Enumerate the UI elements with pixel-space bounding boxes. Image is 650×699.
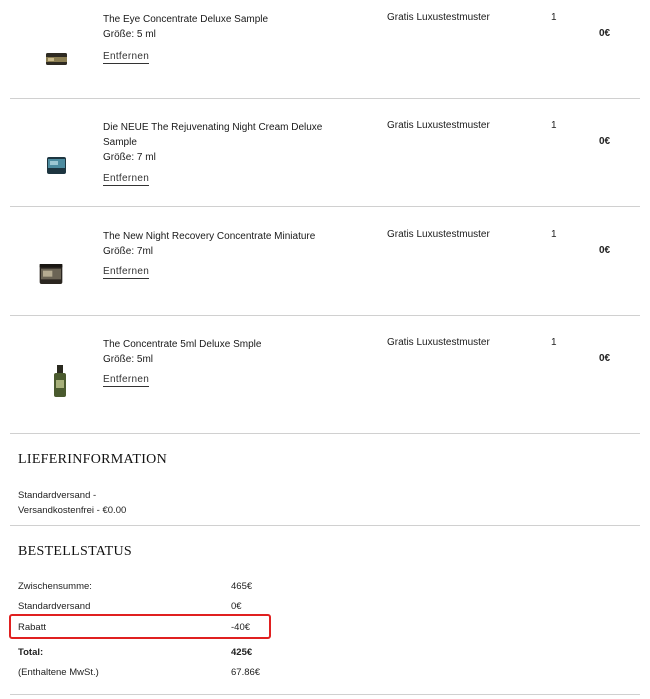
divider (10, 433, 640, 434)
item-price: 0€ (599, 245, 611, 256)
product-name: The New Night Recovery Concentrate Minia… (103, 231, 316, 242)
product-size: Größe: 5ml (103, 354, 154, 365)
shipping-label: Standardversand (18, 601, 91, 612)
divider (10, 525, 640, 526)
product-image (46, 53, 67, 65)
shipping-cost: Versandkostenfrei - €0.00 (18, 505, 127, 516)
vat-value: 67.86€ (231, 667, 261, 678)
divider (10, 315, 640, 316)
discount-label: Rabatt (18, 622, 46, 633)
item-quantity: 1 (551, 337, 557, 348)
item-type: Gratis Luxustestmuster (387, 337, 490, 348)
item-quantity: 1 (551, 12, 557, 23)
divider (10, 206, 640, 207)
product-name: The Eye Concentrate Deluxe Sample (103, 14, 269, 25)
order-title: BESTELLSTATUS (18, 544, 133, 559)
product-name: Die NEUE The Rejuvenating Night Cream De… (103, 122, 323, 148)
item-type: Gratis Luxustestmuster (387, 229, 490, 240)
total-value: 425€ (231, 647, 253, 658)
remove-link[interactable]: Entfernen (103, 51, 150, 64)
item-quantity: 1 (551, 120, 557, 131)
remove-link[interactable]: Entfernen (103, 266, 150, 279)
product-size: Größe: 7ml (103, 246, 154, 257)
divider (10, 98, 640, 99)
product-size: Größe: 5 ml (103, 29, 156, 40)
item-type: Gratis Luxustestmuster (387, 12, 490, 23)
remove-link[interactable]: Entfernen (103, 374, 150, 387)
item-quantity: 1 (551, 229, 557, 240)
remove-link[interactable]: Entfernen (103, 173, 150, 186)
shipping-method: Standardversand - (18, 490, 97, 501)
discount-value: -40€ (231, 622, 251, 633)
vat-label: (Enthaltene MwSt.) (18, 667, 99, 678)
item-price: 0€ (599, 353, 611, 364)
total-label: Total: (18, 647, 44, 658)
subtotal-value: 465€ (231, 581, 253, 592)
product-image (39, 264, 63, 284)
subtotal-label: Zwischensumme: (18, 581, 92, 592)
product-image (54, 365, 66, 397)
divider (10, 694, 640, 695)
shipping-value: 0€ (231, 601, 242, 612)
item-price: 0€ (599, 136, 611, 147)
product-image (47, 157, 66, 174)
product-name: The Concentrate 5ml Deluxe Smple (103, 339, 262, 350)
item-type: Gratis Luxustestmuster (387, 120, 490, 131)
shipping-title: LIEFERINFORMATION (18, 452, 167, 467)
item-price: 0€ (599, 28, 611, 39)
product-size: Größe: 7 ml (103, 152, 156, 163)
